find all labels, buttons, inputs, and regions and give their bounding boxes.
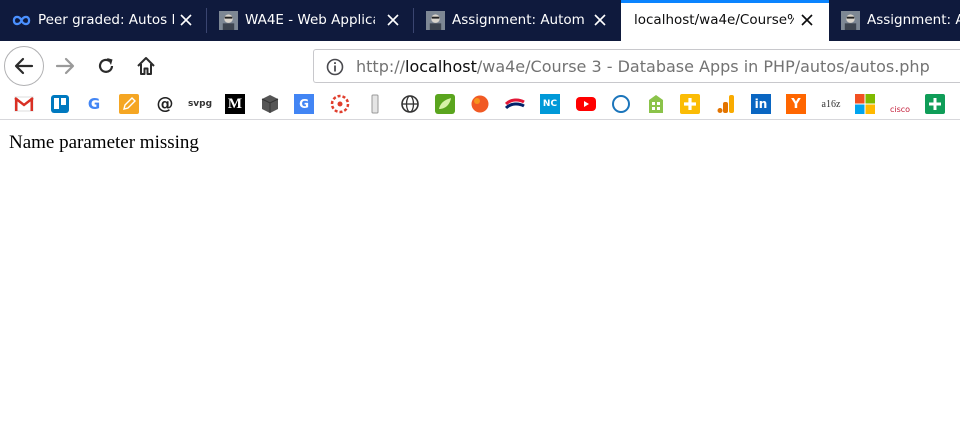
home-icon: [137, 57, 155, 75]
close-icon[interactable]: [799, 12, 815, 28]
url-scheme: http://: [356, 57, 406, 76]
linkedin-icon[interactable]: in: [751, 94, 771, 114]
avatar-icon: [219, 11, 238, 30]
forward-arrow-icon: [55, 57, 75, 75]
plus-yellow-icon[interactable]: [680, 94, 700, 114]
reload-icon: [98, 58, 114, 73]
reload-button[interactable]: [93, 53, 119, 79]
bookmarks-toolbar: G @ svpg M G NC in Y a16z cisco: [0, 89, 960, 120]
cube-icon[interactable]: [260, 94, 280, 114]
orange-dot-icon[interactable]: [470, 94, 490, 114]
tab-title: WA4E - Web Applicat: [245, 12, 375, 28]
youtube-icon[interactable]: [576, 94, 596, 114]
tab-title: Assignment: A: [867, 12, 960, 28]
back-button[interactable]: [4, 46, 44, 86]
pencil-icon[interactable]: [119, 94, 139, 114]
tab-assignment-automobile[interactable]: Assignment: Automo: [414, 0, 621, 41]
avatar-icon: [841, 11, 860, 30]
tab-title: Assignment: Automo: [452, 12, 584, 28]
google-translate-icon[interactable]: G: [294, 94, 314, 114]
page-content: Name parameter missing: [0, 120, 960, 436]
nc-icon[interactable]: NC: [540, 94, 560, 114]
tab-title: Peer graded: Autos D: [38, 12, 174, 28]
gmail-icon[interactable]: [14, 94, 34, 114]
avatar-icon: [426, 11, 445, 30]
plus-green-icon[interactable]: [925, 94, 945, 114]
info-icon[interactable]: [326, 58, 344, 76]
close-icon[interactable]: [592, 12, 608, 28]
address-bar[interactable]: http://localhost/wa4e/Course 3 - Databas…: [313, 49, 960, 83]
compass-icon[interactable]: [611, 94, 631, 114]
a16z-icon[interactable]: a16z: [819, 94, 843, 114]
building-icon[interactable]: [646, 94, 666, 114]
globe-icon[interactable]: [400, 94, 420, 114]
analytics-icon[interactable]: [716, 94, 736, 114]
bank-icon[interactable]: [505, 94, 525, 114]
error-message: Name parameter missing: [9, 132, 199, 153]
home-button[interactable]: [133, 53, 159, 79]
tab-peer-graded[interactable]: Peer graded: Autos D: [0, 0, 207, 41]
url-text: http://localhost/wa4e/Course 3 - Databas…: [356, 57, 930, 76]
usb-icon[interactable]: [365, 94, 385, 114]
at-sign-icon[interactable]: @: [155, 94, 175, 114]
navigation-toolbar: http://localhost/wa4e/Course 3 - Databas…: [0, 41, 960, 89]
microsoft-icon[interactable]: [855, 94, 875, 114]
close-icon[interactable]: [178, 12, 194, 28]
coursera-icon: [12, 15, 31, 26]
active-tab-indicator: [621, 0, 829, 3]
tab-localhost[interactable]: localhost/wa4e/Course%: [621, 0, 829, 41]
close-icon[interactable]: [385, 12, 401, 28]
url-path: /wa4e/Course 3 - Database Apps in PHP/au…: [476, 57, 930, 76]
tab-wa4e[interactable]: WA4E - Web Applicat: [207, 0, 414, 41]
svpg-icon[interactable]: svpg: [188, 94, 212, 114]
tab-strip: Peer graded: Autos D WA4E - Web Applicat…: [0, 0, 960, 41]
ycombinator-icon[interactable]: Y: [786, 94, 806, 114]
google-icon[interactable]: G: [84, 94, 104, 114]
tab-title: localhost/wa4e/Course%: [634, 12, 794, 28]
back-arrow-icon: [14, 57, 34, 75]
trello-icon[interactable]: [50, 94, 70, 114]
cisco-icon[interactable]: cisco: [888, 94, 912, 114]
forward-button[interactable]: [52, 53, 78, 79]
url-host: localhost: [405, 57, 477, 76]
tab-assignment[interactable]: Assignment: A: [829, 0, 960, 41]
medium-icon[interactable]: M: [225, 94, 245, 114]
canvas-icon[interactable]: [330, 94, 350, 114]
leaf-icon[interactable]: [435, 94, 455, 114]
